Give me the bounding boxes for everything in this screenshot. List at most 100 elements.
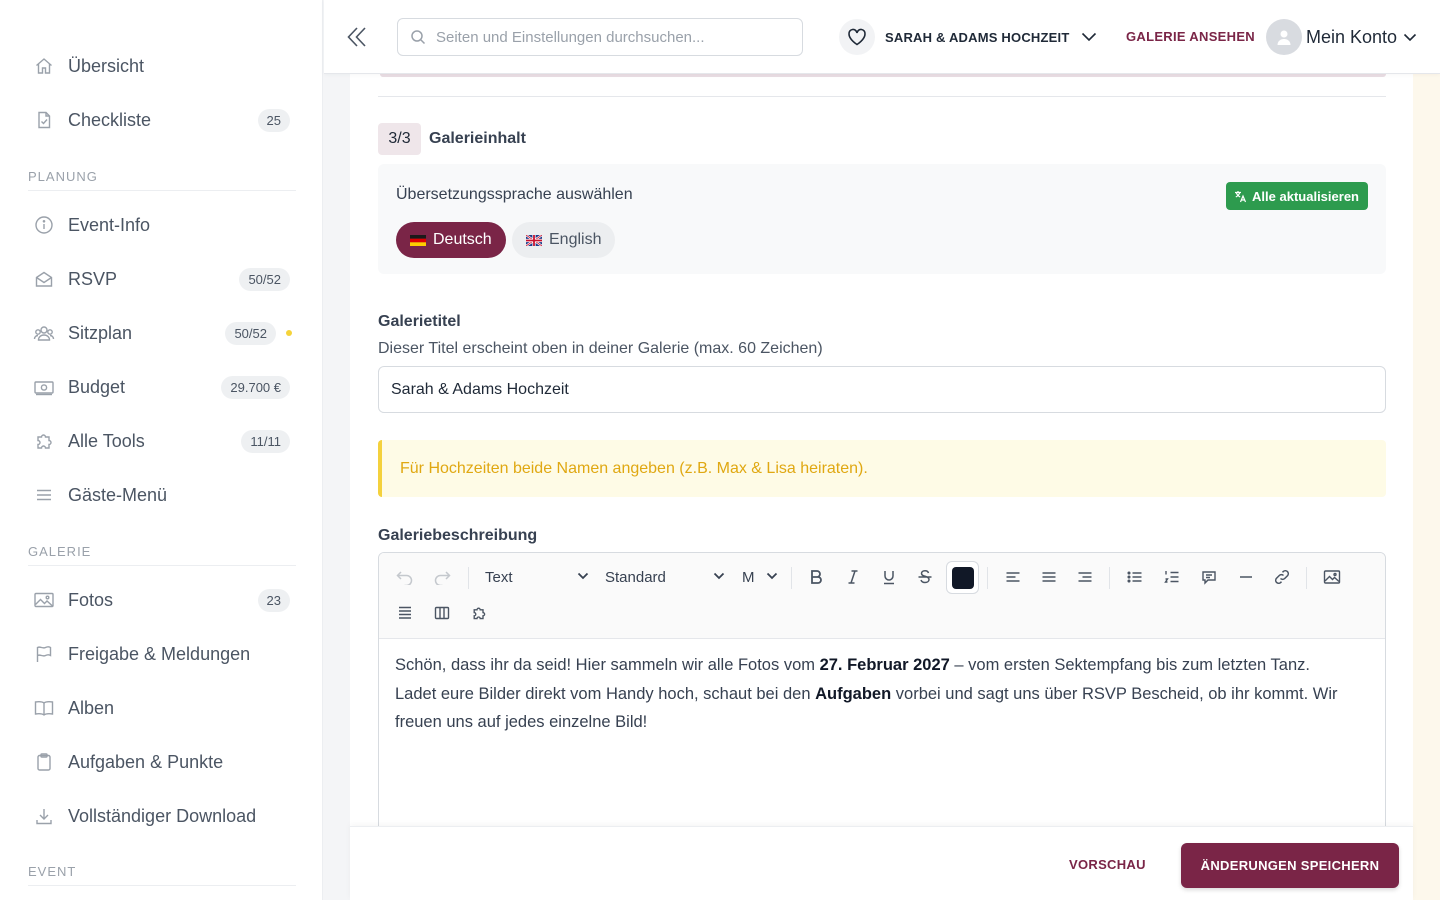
sidebar-item-rsvp[interactable]: RSVP 50/52 [28,259,296,299]
book-icon [28,698,60,718]
gallery-title-input[interactable] [378,366,1386,413]
redo-icon[interactable] [428,563,456,591]
toolbar-separator [791,567,792,589]
block-type-select[interactable]: Text [485,566,589,588]
editor-content[interactable]: Schön, dass ihr da seid! Hier sammeln wi… [395,651,1355,737]
section-title-planung: PLANUNG [28,169,296,191]
count-badge: 25 [257,108,290,132]
event-name: SARAH & ADAMS HOCHZEIT [885,29,1070,45]
align-right-icon[interactable] [1071,563,1099,591]
section-title-galerie: GALERIE [28,544,296,566]
language-pill-deutsch[interactable]: Deutsch [396,222,506,258]
info-icon [28,215,60,235]
sidebar-item-freigabe[interactable]: Freigabe & Meldungen [28,634,296,674]
sidebar-item-event-info[interactable]: Event-Info [28,205,296,245]
bullet-list-icon[interactable] [1121,563,1149,591]
previous-section-edge [380,74,1386,77]
sidebar-item-fotos[interactable]: Fotos 23 [28,580,296,620]
text-segment: Schön, dass ihr da seid! Hier sammeln wi… [395,656,820,674]
flag-gb-icon [526,234,542,246]
toolbar-separator [987,567,988,589]
search-box[interactable] [397,18,803,56]
sidebar-item-uebersicht[interactable]: Übersicht [28,46,296,86]
account-menu[interactable]: Mein Konto [1266,19,1417,55]
home-icon [28,56,60,76]
toolbar-separator [1109,567,1110,589]
sidebar-item-alle-tools[interactable]: Alle Tools 11/11 [28,421,296,461]
sidebar-item-label: Gäste-Menü [68,484,168,505]
chevron-down-icon [713,572,725,580]
text-segment-bold: 27. Februar 2027 [819,656,950,674]
save-changes-button[interactable]: ÄNDERUNGEN SPEICHERN [1181,843,1399,888]
sidebar-item-sitzplan[interactable]: Sitzplan 50/52 [28,313,296,353]
sidebar-item-budget[interactable]: Budget 29.700 € [28,367,296,407]
step-title: Galerieinhalt [429,130,526,147]
sidebar-item-checkliste[interactable]: Checkliste 25 [28,100,296,140]
toolbar-separator [468,567,469,589]
sidebar-item-aufgaben[interactable]: Aufgaben & Punkte [28,742,296,782]
link-icon[interactable] [1268,563,1296,591]
search-input[interactable] [436,28,796,46]
warning-note: Für Hochzeiten beide Namen angeben (z.B.… [378,440,1386,497]
undo-icon[interactable] [391,563,419,591]
text-color-picker[interactable] [946,561,979,594]
editor-toolbar: Text Standard M [379,553,1385,639]
checklist-icon [28,110,60,130]
color-swatch [951,566,974,589]
update-all-label: Alle aktualisieren [1252,188,1359,204]
sidebar-item-label: Übersicht [68,55,145,76]
font-size-select[interactable]: M [742,566,778,588]
text-segment-bold: Aufgaben [815,684,892,703]
count-badge: 11/11 [241,429,290,453]
divider [378,96,1386,97]
puzzle-icon[interactable] [465,599,493,627]
sidebar-item-label: Alben [68,697,115,718]
download-icon [28,806,60,826]
collapse-sidebar-icon[interactable] [346,24,368,50]
translation-panel: Übersetzungssprache auswählen Alle aktua… [378,164,1386,274]
chevron-down-icon [577,572,589,580]
event-selector[interactable]: SARAH & ADAMS HOCHZEIT [839,19,1097,55]
sidebar-item-label: Event-Info [68,214,151,235]
sidebar-item-label: Checkliste [68,109,152,130]
sidebar-item-download[interactable]: Vollständiger Download [28,796,296,836]
language-label: Deutsch [433,231,492,248]
search-icon [410,29,426,45]
bold-icon[interactable] [802,563,830,591]
paragraph-spacing-icon[interactable] [391,599,419,627]
update-all-button[interactable]: Alle aktualisieren [1226,182,1368,210]
notification-dot [286,330,292,336]
horizontal-rule-icon[interactable] [1232,563,1260,591]
sidebar-item-label: Fotos [68,589,114,610]
preview-button[interactable]: VORSCHAU [1069,857,1146,872]
block-type-value: Text [485,568,513,586]
comment-icon[interactable] [1195,563,1223,591]
envelope-open-icon [28,269,60,289]
money-icon [28,377,60,397]
clipboard-icon [28,752,60,772]
toolbar-separator [1306,567,1307,589]
align-center-icon[interactable] [1035,563,1063,591]
avatar [1266,19,1302,55]
columns-icon[interactable] [428,599,456,627]
view-gallery-link[interactable]: GALERIE ANSEHEN [1126,29,1255,44]
gallery-title-label: Galerietitel [378,313,461,330]
font-size-value: M [742,568,755,586]
sidebar-item-label: RSVP [68,268,118,289]
align-left-icon[interactable] [999,563,1027,591]
font-value: Standard [605,568,666,586]
underline-icon[interactable] [875,563,903,591]
sidebar-item-label: Aufgaben & Punkte [68,751,224,772]
sidebar-item-alben[interactable]: Alben [28,688,296,728]
insert-image-icon[interactable] [1318,563,1346,591]
sidebar-item-gaeste-menue[interactable]: Gäste-Menü [28,475,296,515]
numbered-list-icon[interactable] [1158,563,1186,591]
font-select[interactable]: Standard [605,566,725,588]
translation-label: Übersetzungssprache auswählen [396,186,633,203]
strikethrough-icon[interactable] [911,563,939,591]
sidebar-item-label: Freigabe & Meldungen [68,643,251,664]
italic-icon[interactable] [839,563,867,591]
puzzle-icon [28,431,60,451]
language-pill-english[interactable]: English [512,222,616,258]
flag-icon [28,644,60,664]
